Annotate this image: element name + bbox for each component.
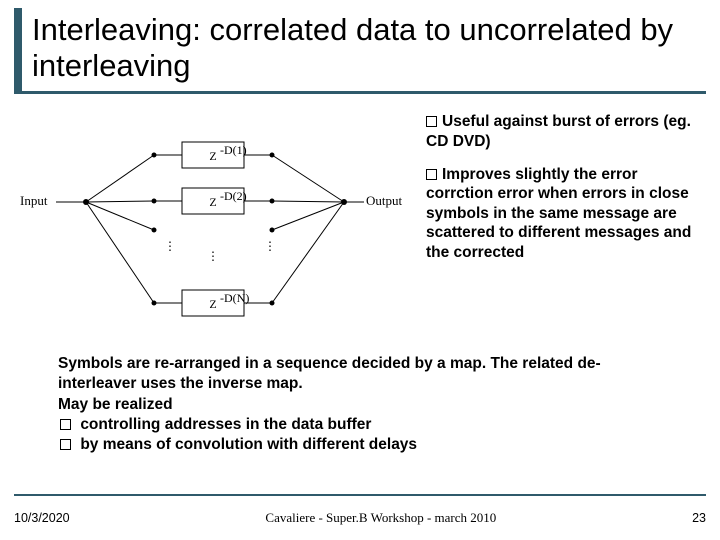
output-label: Output [366,193,403,208]
footer-center: Cavaliere - Super.B Workshop - march 201… [265,510,496,526]
slide-title: Interleaving: correlated data to uncorre… [32,12,706,83]
input-label: Input [20,193,48,208]
footer-rule [14,494,706,496]
footer-page: 23 [692,511,706,525]
interleaver-diagram: .lbl { font: 13px "Times New Roman", ser… [14,112,414,330]
delay-box-2: Z -D(2) [182,188,247,214]
bullet-square-icon [426,169,437,180]
bullet-1-text: Useful against burst of errors (eg. CD D… [426,113,691,149]
svg-text:Z: Z [209,149,216,163]
lower-li2: by means of convolution with different d… [60,435,676,455]
bullet-2-text: Improves slightly the error corrction er… [426,166,691,261]
bullet-2: Improves slightly the error corrction er… [426,165,706,262]
bullet-square-icon [60,439,71,450]
lower-paragraph: Symbols are re-arranged in a sequence de… [14,354,706,455]
footer-date: 10/3/2020 [14,511,70,525]
delay-box-n: Z -D(N) [182,290,249,316]
footer: 10/3/2020 Cavaliere - Super.B Workshop -… [14,510,706,526]
side-text: Useful against burst of errors (eg. CD D… [426,112,706,330]
title-block: Interleaving: correlated data to uncorre… [14,8,706,94]
svg-text:-D(1): -D(1) [220,143,247,157]
ellipsis-left: ⋮ [164,239,176,253]
bullet-square-icon [426,116,437,127]
delay-box-1: Z -D(1) [182,142,247,168]
bullet-1: Useful against burst of errors (eg. CD D… [426,112,706,151]
content-row: .lbl { font: 13px "Times New Roman", ser… [14,112,706,330]
svg-text:-D(2): -D(2) [220,189,247,203]
lower-li1: controlling addresses in the data buffer [60,415,676,435]
bullet-square-icon [60,419,71,430]
svg-text:Z: Z [209,195,216,209]
svg-text:Z: Z [209,297,216,311]
lower-p1: Symbols are re-arranged in a sequence de… [58,354,676,394]
ellipsis-right: ⋮ [264,239,276,253]
lower-p2: May be realized [58,395,676,415]
ellipsis-mid: ⋮ [207,249,219,263]
